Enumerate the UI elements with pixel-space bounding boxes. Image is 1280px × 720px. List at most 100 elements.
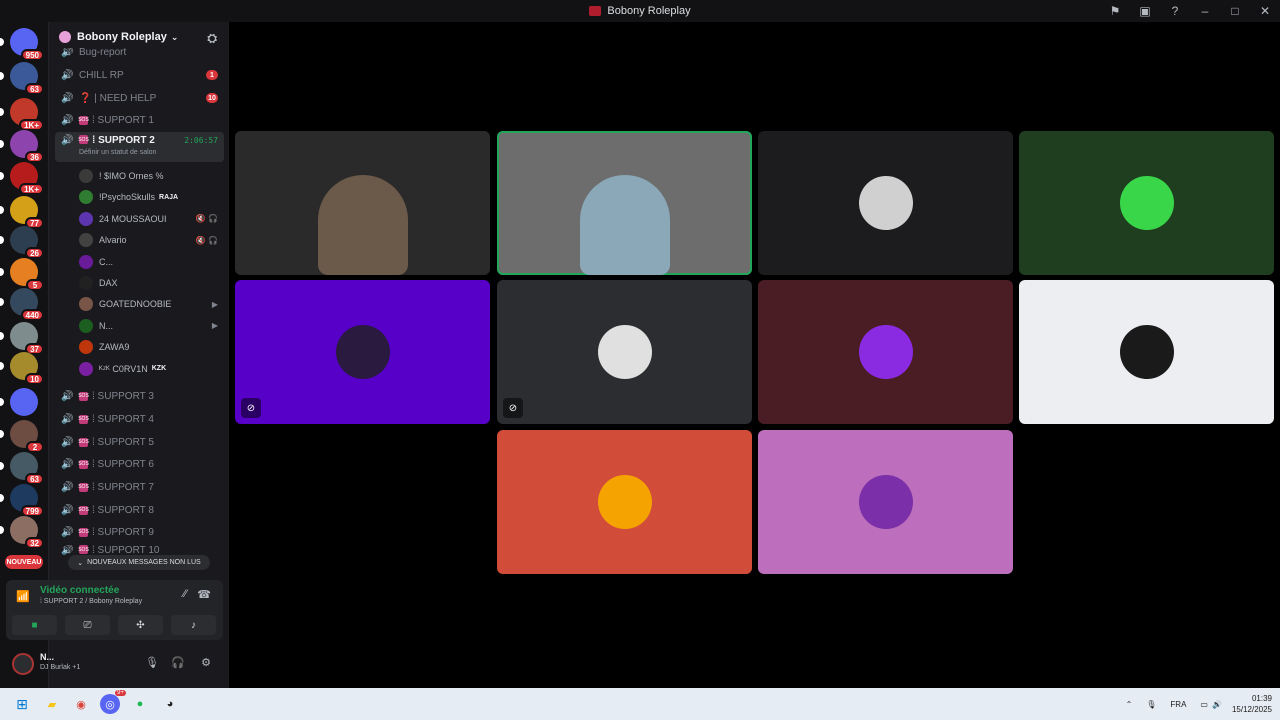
new-servers-badge[interactable]: NOUVEAU: [5, 555, 43, 569]
window-icon[interactable]: ▣: [1130, 0, 1160, 22]
screen-share-button[interactable]: ⎚: [65, 615, 110, 635]
sos-icon: SOS: [78, 115, 89, 125]
member-name: N...: [99, 320, 114, 331]
voice-member[interactable]: DAX: [79, 273, 224, 293]
noise-suppression-icon[interactable]: ⁄⁄: [183, 588, 187, 600]
server-icon[interactable]: [0, 388, 38, 416]
language-indicator[interactable]: FRA: [1170, 700, 1186, 709]
voice-channel-item[interactable]: 🔊 SOS ⁞ SUPPORT 1: [55, 110, 224, 130]
camera-button[interactable]: ■: [12, 615, 57, 635]
voice-channel-item[interactable]: 🔊 SOS ⁞ SUPPORT 9: [55, 522, 224, 542]
server-icon[interactable]: 63: [0, 62, 44, 95]
disconnect-icon[interactable]: ☎: [197, 588, 211, 601]
avatar[interactable]: [12, 653, 34, 675]
participant-tile[interactable]: [1019, 131, 1274, 275]
server-icon[interactable]: 1K+: [0, 162, 44, 195]
voice-channel-item[interactable]: 🔊 SOS ⁞ SUPPORT 7: [55, 477, 224, 497]
gear-icon[interactable]: ⚙: [201, 656, 211, 669]
volume-icon[interactable]: 🔊: [1212, 700, 1222, 709]
voice-channel-item[interactable]: 🔊 SOS ⁞ SUPPORT 4: [55, 409, 224, 429]
windows-start-icon[interactable]: ⊞: [12, 694, 32, 714]
voice-member[interactable]: 24 MOUSSAOUI 🔇 🎧: [79, 209, 224, 229]
voice-member[interactable]: C...: [79, 252, 224, 272]
voice-member[interactable]: ᴷᶻᴷ C0RV1N KZK: [79, 359, 224, 379]
app-icon[interactable]: ◕: [160, 694, 180, 714]
member-status-icons: ▶: [211, 299, 218, 309]
participant-video: [579, 175, 670, 275]
voice-channel-item[interactable]: 🔊 CHILL RP 1: [55, 65, 224, 85]
clock[interactable]: 01:39 15/12/2025: [1232, 693, 1272, 715]
participant-tile[interactable]: ⊘: [497, 280, 752, 424]
voice-channel-active[interactable]: 🔊 SOS ⁞ SUPPORT 2 2:06:57 Définir un statut …: [55, 132, 224, 162]
voice-channel-item[interactable]: 🔊 ❓ | NEED HELP 10: [55, 88, 224, 108]
voice-channel-item[interactable]: 🔊 Bug-report: [55, 48, 224, 58]
voice-status-title[interactable]: Vidéo connectée: [40, 585, 119, 596]
voice-channel-item[interactable]: 🔊 SOS ⁞ SUPPORT 3: [55, 386, 224, 406]
server-icon[interactable]: 26: [0, 226, 44, 259]
server-icon[interactable]: 36: [0, 130, 44, 163]
server-icon[interactable]: 2: [0, 420, 44, 453]
voice-channel-item[interactable]: 🔊 SOS ⁞ SUPPORT 5: [55, 432, 224, 452]
server-icon[interactable]: 1K+: [0, 98, 44, 131]
voice-member[interactable]: GOATEDNOOBIE ▶: [79, 294, 224, 314]
server-badge: 63: [25, 83, 44, 95]
server-icon[interactable]: 32: [0, 516, 44, 549]
voice-channel-item[interactable]: 🔊 SOS ⁞ SUPPORT 8: [55, 500, 224, 520]
server-icon[interactable]: 63: [0, 452, 44, 485]
voice-member[interactable]: N... ▶: [79, 316, 224, 336]
server-unread-indicator: [0, 172, 4, 180]
video-tile[interactable]: [235, 131, 490, 275]
minimize-icon[interactable]: –: [1190, 0, 1220, 22]
voice-member[interactable]: ! $IMO Ornes %: [79, 166, 224, 186]
avatar: [79, 276, 93, 290]
deafened-icon: ⊘: [241, 398, 261, 418]
participant-tile[interactable]: ⊘: [235, 280, 490, 424]
unread-messages-pill[interactable]: ⌄ NOUVEAUX MESSAGES NON LUS: [68, 555, 210, 570]
inbox-icon[interactable]: ⚑: [1100, 0, 1130, 22]
sos-icon: SOS: [78, 414, 89, 424]
soundboard-button[interactable]: ♪: [171, 615, 216, 635]
maximize-icon[interactable]: □: [1220, 0, 1250, 22]
voice-channel-path[interactable]: ⁞ SUPPORT 2 / Bobony Roleplay: [40, 598, 142, 605]
microphone-tray-icon[interactable]: 🎙: [1146, 700, 1156, 709]
file-explorer-icon[interactable]: ▰: [42, 694, 62, 714]
microphone-icon[interactable]: 🎙: [145, 656, 159, 669]
invite-people-icon[interactable]: ⛭: [207, 31, 217, 46]
voice-channel-item[interactable]: 🔊 SOS ⁞ SUPPORT 6: [55, 454, 224, 474]
server-icon[interactable]: 37: [0, 322, 44, 355]
channel-status-prompt[interactable]: Définir un statut de salon: [79, 149, 156, 156]
participant-tile[interactable]: [1019, 280, 1274, 424]
activities-button[interactable]: ✣: [118, 615, 163, 635]
voice-member[interactable]: !PsychoSkulls RAJA: [79, 187, 224, 207]
video-tile[interactable]: [497, 131, 752, 275]
participant-tile[interactable]: [758, 131, 1013, 275]
server-badge: 10: [25, 373, 44, 385]
server-unread-indicator: [0, 108, 4, 116]
participant-tile[interactable]: [758, 280, 1013, 424]
participant-tile[interactable]: [497, 430, 752, 574]
discord-icon[interactable]: ◎ 9+: [100, 690, 126, 714]
clock-time: 01:39: [1251, 694, 1272, 703]
server-icon[interactable]: 950: [0, 28, 44, 61]
chevron-up-icon[interactable]: ⌃: [1126, 700, 1133, 709]
help-icon[interactable]: ?: [1160, 0, 1190, 22]
user-status: DJ Burlak +1: [40, 664, 81, 671]
network-icon[interactable]: ▭: [1200, 700, 1208, 709]
chrome-icon[interactable]: ◉: [71, 694, 91, 714]
server-icon[interactable]: 440: [0, 288, 44, 321]
avatar: [79, 190, 93, 205]
voice-channel-item[interactable]: 🔊 SOS ⁞ SUPPORT 10: [55, 545, 224, 555]
voice-member[interactable]: ZAWA9: [79, 337, 224, 357]
call-timer: 2:06:57: [184, 136, 218, 145]
voice-member[interactable]: Alvario 🔇 🎧: [79, 230, 224, 250]
spotify-icon[interactable]: ●: [130, 694, 150, 714]
server-unread-indicator: [0, 430, 4, 438]
participant-tile[interactable]: [758, 430, 1013, 574]
server-icon[interactable]: 77: [0, 196, 44, 229]
speaker-icon: 🔊: [61, 436, 74, 448]
server-icon[interactable]: 5: [0, 258, 44, 291]
headphones-icon[interactable]: 🎧: [171, 656, 185, 669]
server-icon[interactable]: 799: [0, 484, 44, 517]
server-icon[interactable]: 10: [0, 352, 44, 385]
close-icon[interactable]: ✕: [1250, 0, 1280, 22]
